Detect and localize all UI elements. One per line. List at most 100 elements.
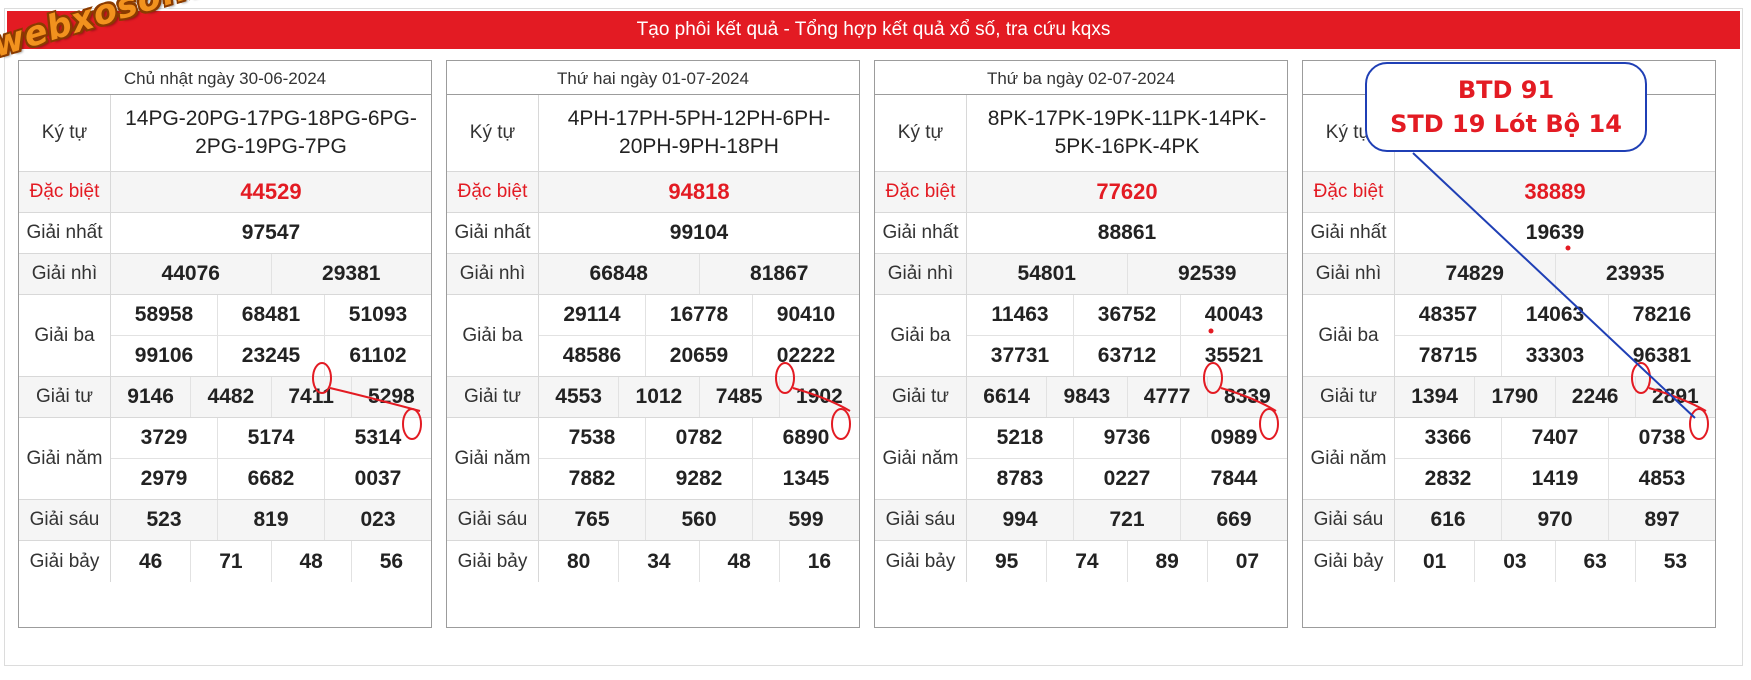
row-g6: Giải sáu 994 721 669 bbox=[875, 500, 1287, 541]
values-line: 74829 23935 bbox=[1395, 254, 1715, 294]
prize-number: 2832 bbox=[1395, 459, 1502, 499]
prize-number: 37731 bbox=[967, 336, 1074, 376]
label-g4: Giải tư bbox=[1303, 377, 1395, 417]
prize-number: 71 bbox=[191, 541, 272, 582]
kytu-value: 8PK-17PK-19PK-11PK-14PK-5PK-16PK-4PK bbox=[987, 107, 1267, 158]
prize-number: 92539 bbox=[1178, 262, 1237, 285]
row-g3: Giải ba 48357 14063 78216 78715 33303 96381 bbox=[1303, 295, 1715, 377]
values-line: 44529 bbox=[111, 172, 431, 212]
prize-number: 819 bbox=[218, 500, 325, 540]
values-g6: 765 560 599 bbox=[539, 500, 859, 540]
prize-number: 35521 bbox=[1204, 344, 1264, 367]
row-g2: Giải nhì 54801 92539 bbox=[875, 254, 1287, 295]
prize-number: 74829 bbox=[1395, 254, 1556, 294]
prize-number: 7411 bbox=[272, 377, 352, 417]
values-line: 765 560 599 bbox=[539, 500, 859, 540]
row-g5: Giải năm 3729 5174 5314 2979 6682 0037 bbox=[19, 418, 431, 500]
label-g1: Giải nhất bbox=[875, 213, 967, 253]
kytu-value: 4PH-17PH-5PH-12PH-6PH-20PH-9PH-18PH bbox=[567, 107, 831, 158]
row-g1: Giải nhất 97547 bbox=[19, 213, 431, 254]
result-date: Thứ hai ngày 01-07-2024 bbox=[447, 61, 859, 95]
label-g3: Giải ba bbox=[447, 295, 539, 376]
values-g4: 4553 1012 7485 1902 bbox=[539, 377, 859, 417]
values-g7: 46 71 48 56 bbox=[111, 541, 431, 582]
label-g1: Giải nhất bbox=[447, 213, 539, 253]
values-line: 88861 bbox=[967, 213, 1287, 253]
prize-number: 48 bbox=[272, 541, 352, 582]
values-line: 46 71 48 56 bbox=[111, 541, 431, 582]
label-g4: Giải tư bbox=[875, 377, 967, 417]
values-line: 95 74 89 07 bbox=[967, 541, 1287, 582]
label-g1: Giải nhất bbox=[1303, 213, 1395, 253]
label-g2: Giải nhì bbox=[19, 254, 111, 294]
prize-number: 03 bbox=[1475, 541, 1556, 582]
values-line: 94818 bbox=[539, 172, 859, 212]
prize-number: 02222 bbox=[776, 344, 836, 367]
row-db: Đặc biệt 77620 bbox=[875, 172, 1287, 213]
values-line: 3366 7407 0738 bbox=[1395, 418, 1715, 458]
prize-number: 7485 bbox=[700, 377, 780, 417]
label-g7: Giải bảy bbox=[1303, 541, 1395, 582]
row-kytu: Ký tự 4PH-17PH-5PH-12PH-6PH-20PH-9PH-18PH bbox=[447, 95, 859, 172]
values-line: 99104 bbox=[539, 213, 859, 253]
label-g3: Giải ba bbox=[875, 295, 967, 376]
prize-number: 77620 bbox=[1096, 179, 1158, 204]
prize-number: 01 bbox=[1395, 541, 1476, 582]
prize-number: 97547 bbox=[241, 221, 301, 244]
row-g7: Giải bảy 46 71 48 56 bbox=[19, 541, 431, 582]
label-g7: Giải bảy bbox=[447, 541, 539, 582]
values-line: 7538 0782 6890 bbox=[539, 418, 859, 458]
values-db: 44529 bbox=[111, 172, 431, 212]
label-kytu: Ký tự bbox=[875, 95, 967, 171]
prize-number: 29381 bbox=[322, 262, 381, 285]
prize-number: 4553 bbox=[539, 377, 620, 417]
prize-number: 90410 bbox=[776, 303, 836, 326]
prize-number: 2246 bbox=[1556, 377, 1636, 417]
prize-number: 9843 bbox=[1047, 377, 1128, 417]
prize-number: 721 bbox=[1074, 500, 1181, 540]
prize-number: 23935 bbox=[1606, 262, 1665, 285]
row-g6: Giải sáu 765 560 599 bbox=[447, 500, 859, 541]
row-g2: Giải nhì 44076 29381 bbox=[19, 254, 431, 295]
prize-number: 2979 bbox=[111, 459, 218, 499]
prize-number: 36752 bbox=[1074, 295, 1181, 335]
annotation-line-2: STD 19 Lót Bộ 14 bbox=[1390, 110, 1622, 138]
prize-number: 1012 bbox=[619, 377, 700, 417]
label-db: Đặc biệt bbox=[1303, 172, 1395, 212]
values-line: 58958 68481 51093 bbox=[111, 295, 431, 335]
label-g6: Giải sáu bbox=[447, 500, 539, 540]
prize-number: 1345 bbox=[782, 467, 830, 490]
prize-number: 11463 bbox=[967, 295, 1074, 335]
values-g2: 74829 23935 bbox=[1395, 254, 1715, 294]
prize-number: 9736 bbox=[1074, 418, 1181, 458]
prize-number: 6682 bbox=[218, 459, 325, 499]
values-g2: 54801 92539 bbox=[967, 254, 1287, 294]
prize-number: 34 bbox=[619, 541, 700, 582]
prize-number: 94818 bbox=[668, 179, 730, 204]
prize-number: 48 bbox=[700, 541, 780, 582]
values-line: 54801 92539 bbox=[967, 254, 1287, 294]
page-title-banner: Tạo phôi kết quả - Tổng hợp kết quả xổ s… bbox=[7, 11, 1740, 49]
values-line: 523 819 023 bbox=[111, 500, 431, 540]
prize-number: 5218 bbox=[967, 418, 1074, 458]
row-g4: Giải tư 4553 1012 7485 1902 bbox=[447, 377, 859, 418]
label-g2: Giải nhì bbox=[1303, 254, 1395, 294]
prize-number: 6614 bbox=[967, 377, 1048, 417]
prize-number: 14063 bbox=[1502, 295, 1609, 335]
prize-number: 53 bbox=[1663, 549, 1688, 573]
values-line: 48586 20659 02222 bbox=[539, 335, 859, 376]
prize-number: 4853 bbox=[1638, 467, 1686, 490]
prize-number: 46 bbox=[111, 541, 192, 582]
prize-number: 19639 bbox=[1525, 221, 1585, 244]
annotation-box: BTD 91 STD 19 Lót Bộ 14 bbox=[1365, 62, 1647, 152]
kytu-value-cell: 4PH-17PH-5PH-12PH-6PH-20PH-9PH-18PH bbox=[539, 95, 859, 171]
row-g2: Giải nhì 66848 81867 bbox=[447, 254, 859, 295]
values-g7: 80 34 48 16 bbox=[539, 541, 859, 582]
prize-number: 33303 bbox=[1502, 336, 1609, 376]
label-g5: Giải năm bbox=[875, 418, 967, 499]
values-line: 37731 63712 35521 bbox=[967, 335, 1287, 376]
prize-number: 616 bbox=[1395, 500, 1502, 540]
label-g6: Giải sáu bbox=[875, 500, 967, 540]
prize-number: 54801 bbox=[967, 254, 1128, 294]
prize-number: 1902 bbox=[796, 385, 843, 408]
